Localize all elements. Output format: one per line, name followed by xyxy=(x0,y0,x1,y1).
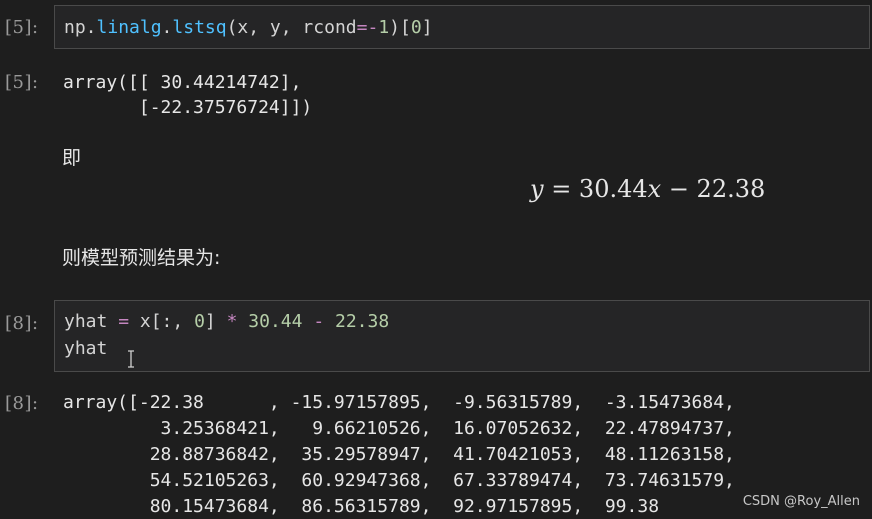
code-line: yhat xyxy=(64,338,108,359)
output-line: 54.52105263, 60.92947368, 67.33789474, 7… xyxy=(63,470,735,491)
code-token-function: linalg xyxy=(96,17,162,38)
code-token: np. xyxy=(64,17,97,38)
markdown-text-ji: 即 xyxy=(62,147,82,169)
output-prompt-8: [8]: xyxy=(5,393,39,414)
equation-var-x: x xyxy=(647,175,662,203)
equation-part: − 22.38 xyxy=(661,175,766,203)
equation-var-y: y xyxy=(530,175,544,203)
code-token-operator: = xyxy=(356,17,368,38)
i-beam-cursor-icon xyxy=(128,350,134,368)
code-token: ] xyxy=(204,311,227,332)
equation-part: = 30.44 xyxy=(543,175,648,203)
equation: y = 30.44x − 22.38 xyxy=(530,175,765,203)
code-token-operator: = xyxy=(118,311,130,332)
code-token: x[:, xyxy=(129,311,195,332)
code-cell-8[interactable]: yhat = x[:, 0] * 30.44 - 22.38 yhat xyxy=(54,300,870,372)
code-token-operator: - xyxy=(313,311,325,332)
watermark: CSDN @Roy_Allen xyxy=(742,494,860,509)
input-prompt-8: [8]: xyxy=(5,313,39,334)
code-token: . xyxy=(161,17,173,38)
output-line: array([-22.38 , -15.97157895, -9.5631578… xyxy=(63,392,735,413)
code-line: np.linalg.lstsq(x, y, rcond=-1)[0] xyxy=(64,17,433,38)
code-token: )[ xyxy=(389,17,411,38)
code-token-number: 1 xyxy=(378,17,390,38)
code-token-number: 30.44 xyxy=(248,311,303,332)
output-line: 28.88736842, 35.29578947, 41.70421053, 4… xyxy=(63,444,735,465)
markdown-text-result: 则模型预测结果为: xyxy=(62,247,221,269)
output-prompt-5: [5]: xyxy=(5,72,39,93)
code-line: yhat = x[:, 0] * 30.44 - 22.38 xyxy=(64,311,389,332)
output-line: 80.15473684, 86.56315789, 92.97157895, 9… xyxy=(63,496,660,517)
output-line: array([[ 30.44214742], xyxy=(63,72,302,93)
code-token: (x, y, rcond xyxy=(226,17,357,38)
code-token-function: lstsq xyxy=(172,17,227,38)
code-token-number: 0 xyxy=(410,17,422,38)
code-token-number: 0 xyxy=(194,311,205,332)
code-token: ] xyxy=(421,17,433,38)
output-line: [-22.37576724]]) xyxy=(63,97,313,118)
code-token-operator: * xyxy=(226,311,238,332)
code-token-operator: - xyxy=(367,17,379,38)
output-line: 3.25368421, 9.66210526, 16.07052632, 22.… xyxy=(63,418,735,439)
input-prompt-5: [5]: xyxy=(5,17,39,38)
code-cell-5[interactable]: np.linalg.lstsq(x, y, rcond=-1)[0] xyxy=(54,5,870,49)
code-token: yhat xyxy=(64,311,119,332)
code-token-number: 22.38 xyxy=(335,311,390,332)
